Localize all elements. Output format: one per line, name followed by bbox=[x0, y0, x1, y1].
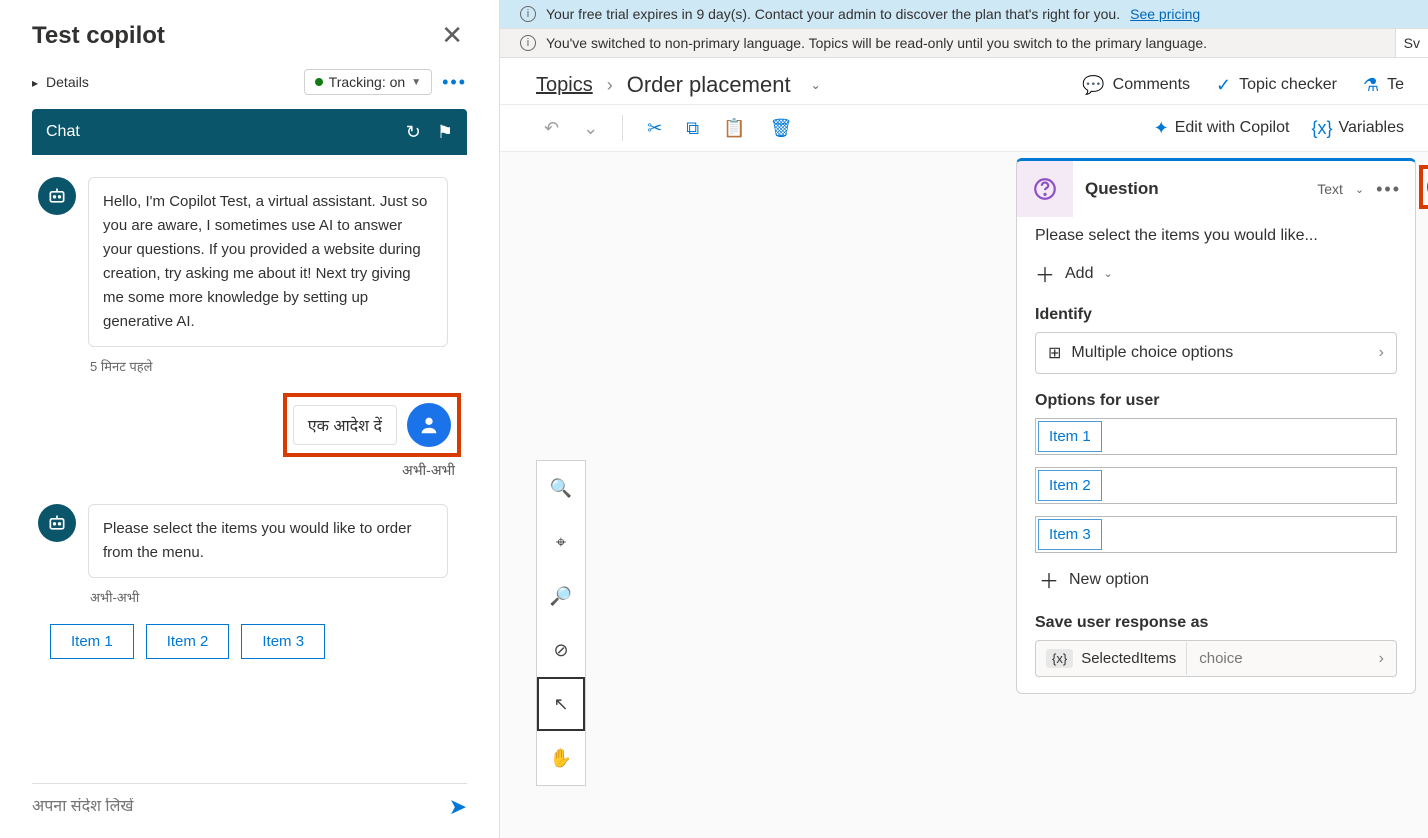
option-input[interactable]: Item 2 bbox=[1035, 467, 1397, 504]
chat-input-area: ➤ bbox=[32, 783, 467, 838]
chevron-down-icon: ▼ bbox=[411, 77, 421, 88]
option-button[interactable]: Item 2 bbox=[146, 624, 230, 659]
options-label: Options for user bbox=[1035, 392, 1397, 410]
comments-button[interactable]: 💬Comments bbox=[1082, 75, 1190, 96]
chevron-right-icon: › bbox=[1379, 344, 1384, 362]
reset-icon[interactable]: ⊘ bbox=[537, 623, 585, 677]
undo-icon[interactable]: ↶ bbox=[544, 118, 559, 139]
switch-language-button[interactable]: Sv bbox=[1395, 29, 1428, 57]
panel-title: Test copilot bbox=[32, 22, 165, 50]
option-button[interactable]: Item 1 bbox=[50, 624, 134, 659]
question-node[interactable]: ✓ Question Text ⌄ ••• Please select the … bbox=[1016, 158, 1416, 694]
variable-selector[interactable]: {x}SelectedItems choice › bbox=[1035, 640, 1397, 677]
message-input[interactable] bbox=[32, 798, 449, 816]
option-input[interactable]: Item 3 bbox=[1035, 516, 1397, 553]
canvas-area: i Your free trial expires in 9 day(s). C… bbox=[500, 0, 1428, 838]
flask-icon: ⚗ bbox=[1363, 75, 1379, 96]
node-title: Question bbox=[1085, 179, 1305, 199]
quick-reply-options: Item 1 Item 2 Item 3 bbox=[50, 624, 461, 659]
topic-name: Order placement bbox=[627, 72, 791, 98]
breadcrumb-topics[interactable]: Topics bbox=[536, 74, 593, 97]
send-icon[interactable]: ➤ bbox=[449, 794, 467, 820]
test-copilot-panel: Test copilot ✕ Details Tracking: on ▼ ••… bbox=[0, 0, 500, 838]
delete-icon[interactable]: 🗑 bbox=[770, 118, 793, 139]
canvas[interactable]: 🔍 ⌖ 🔎 ⊘ ↖ ✋ ✓ Question Text ⌄ • bbox=[500, 152, 1428, 838]
save-response-label: Save user response as bbox=[1035, 614, 1397, 632]
topic-header: Topics › Order placement ⌄ 💬Comments ✓To… bbox=[500, 58, 1428, 105]
option-button[interactable]: Item 3 bbox=[241, 624, 325, 659]
cut-icon[interactable]: ✂ bbox=[647, 118, 662, 139]
chat-body: Hello, I'm Copilot Test, a virtual assis… bbox=[32, 155, 467, 783]
option-input[interactable]: Item 1 bbox=[1035, 418, 1397, 455]
bot-message: Hello, I'm Copilot Test, a virtual assis… bbox=[88, 177, 448, 347]
bot-avatar-icon bbox=[38, 504, 76, 542]
zoom-out-icon[interactable]: 🔎 bbox=[537, 569, 585, 623]
cursor-icon[interactable]: ↖ bbox=[537, 677, 585, 731]
plus-icon: ＋ bbox=[1035, 259, 1055, 288]
chevron-down-icon[interactable]: ⌄ bbox=[583, 118, 598, 139]
message-timestamp: अभी-अभी bbox=[90, 588, 461, 606]
status-dot-icon bbox=[315, 78, 323, 86]
close-icon[interactable]: ✕ bbox=[437, 20, 467, 51]
trial-banner: i Your free trial expires in 9 day(s). C… bbox=[500, 0, 1428, 28]
validation-highlight: ✓ bbox=[1419, 165, 1428, 209]
copy-icon[interactable]: ⧉ bbox=[686, 118, 699, 139]
more-icon[interactable]: ••• bbox=[1376, 179, 1401, 200]
variables-button[interactable]: {x}Variables bbox=[1311, 118, 1404, 139]
zoom-in-icon[interactable]: 🔍 bbox=[537, 461, 585, 515]
user-message-highlight: एक आदेश दें bbox=[283, 393, 461, 457]
checker-icon: ✓ bbox=[1216, 75, 1231, 96]
new-option-button[interactable]: ＋New option bbox=[1039, 565, 1397, 594]
add-button[interactable]: ＋Add⌄ bbox=[1035, 259, 1397, 288]
node-type: Text bbox=[1317, 181, 1343, 197]
chevron-down-icon[interactable]: ⌄ bbox=[811, 78, 821, 92]
plus-icon: ＋ bbox=[1039, 565, 1059, 594]
topic-checker-button[interactable]: ✓Topic checker bbox=[1216, 75, 1337, 96]
tracking-dropdown[interactable]: Tracking: on ▼ bbox=[304, 69, 432, 95]
bot-message: Please select the items you would like t… bbox=[88, 504, 448, 578]
identify-selector[interactable]: ⊞ Multiple choice options › bbox=[1035, 332, 1397, 374]
variable-icon: {x} bbox=[1046, 649, 1073, 668]
chevron-down-icon[interactable]: ⌄ bbox=[1355, 183, 1364, 196]
chevron-down-icon: ⌄ bbox=[1103, 267, 1112, 280]
fit-icon[interactable]: ⌖ bbox=[537, 515, 585, 569]
grid-icon: ⊞ bbox=[1048, 343, 1061, 363]
question-icon bbox=[1017, 161, 1073, 217]
sparkle-icon: ✦ bbox=[1154, 118, 1169, 139]
message-timestamp: 5 मिनट पहले bbox=[90, 357, 461, 375]
variable-icon: {x} bbox=[1311, 118, 1332, 139]
details-toggle[interactable]: Details bbox=[32, 74, 89, 90]
user-avatar-icon bbox=[407, 403, 451, 447]
edit-with-copilot-button[interactable]: ✦Edit with Copilot bbox=[1154, 118, 1290, 139]
see-pricing-link[interactable]: See pricing bbox=[1130, 6, 1200, 22]
chat-header: Chat ↻ ⚑ bbox=[32, 109, 467, 155]
bot-avatar-icon bbox=[38, 177, 76, 215]
message-timestamp: अभी-अभी bbox=[402, 461, 455, 480]
editor-toolbar: ↶ ⌄ ✂ ⧉ 📋 🗑 ✦Edit with Copilot {x}Variab… bbox=[500, 105, 1428, 152]
test-button[interactable]: ⚗Te bbox=[1363, 75, 1404, 96]
pan-icon[interactable]: ✋ bbox=[537, 731, 585, 785]
chevron-right-icon: › bbox=[607, 75, 613, 96]
info-icon: i bbox=[520, 6, 536, 22]
paste-icon[interactable]: 📋 bbox=[723, 118, 745, 139]
language-banner: i You've switched to non-primary languag… bbox=[500, 28, 1428, 58]
question-prompt[interactable]: Please select the items you would like..… bbox=[1035, 227, 1397, 245]
identify-label: Identify bbox=[1035, 306, 1397, 324]
more-icon[interactable]: ••• bbox=[442, 72, 467, 93]
comment-icon: 💬 bbox=[1082, 75, 1104, 96]
info-icon: i bbox=[520, 35, 536, 51]
user-message: एक आदेश दें bbox=[293, 405, 397, 445]
chevron-right-icon: › bbox=[1367, 650, 1396, 668]
refresh-icon[interactable]: ↻ bbox=[406, 122, 421, 143]
flag-icon[interactable]: ⚑ bbox=[437, 122, 453, 143]
zoom-toolbar: 🔍 ⌖ 🔎 ⊘ ↖ ✋ bbox=[536, 460, 586, 786]
